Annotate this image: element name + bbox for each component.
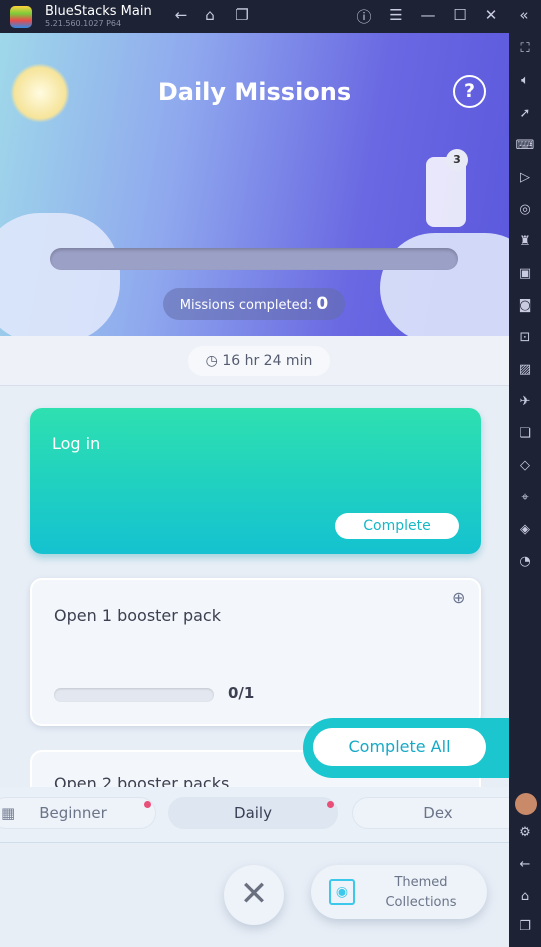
back-icon[interactable]: ← <box>171 6 191 24</box>
collapse-sidebar-icon[interactable]: « <box>514 6 534 24</box>
mission-tabs: ▦ Beginner Daily Dex <box>0 787 509 843</box>
app-name: BlueStacks Main <box>45 4 152 19</box>
close-icon[interactable]: ✕ <box>481 6 501 24</box>
mission-card-booster: Open 1 booster pack ⊕ 0/1 <box>30 578 481 726</box>
cloud-decoration <box>0 213 120 343</box>
reward-count-badge: 3 <box>446 149 468 171</box>
tab-daily[interactable]: Daily <box>168 797 338 829</box>
speed-icon[interactable]: ◔ <box>515 554 535 569</box>
title-bar: BlueStacks Main 5.21.560.1027 P64 ← ⌂ ❐ … <box>0 0 541 33</box>
screenshot-icon[interactable]: ◙ <box>515 298 535 313</box>
help-icon[interactable]: ⓘ <box>354 6 374 27</box>
daily-missions-header: Daily Missions ? 3 Missions completed: 0 <box>0 33 509 343</box>
notification-dot <box>144 801 151 808</box>
location-icon[interactable]: ⌖ <box>515 490 535 505</box>
home-icon[interactable]: ⌂ <box>200 6 220 24</box>
macro-icon[interactable]: ▷ <box>515 170 535 185</box>
missions-completed-value: 0 <box>316 294 329 314</box>
sync-icon[interactable]: ◎ <box>515 202 535 217</box>
zoom-in-icon[interactable]: ⊕ <box>452 588 465 607</box>
eraser-icon[interactable]: ◇ <box>515 458 535 473</box>
recent-apps-icon[interactable]: ❐ <box>232 6 252 24</box>
fullscreen-icon[interactable]: ⛶ <box>515 41 535 56</box>
missions-completed: Missions completed: 0 <box>163 288 345 320</box>
record-icon[interactable]: ⊡ <box>515 330 535 345</box>
tab-beginner[interactable]: ▦ Beginner <box>0 797 156 829</box>
layers-icon[interactable]: ◈ <box>515 522 535 537</box>
mission-progress-count: 0/1 <box>228 684 255 702</box>
maximize-icon[interactable]: ☐ <box>450 6 470 24</box>
missions-completed-label: Missions completed: <box>179 298 313 313</box>
avatar[interactable] <box>515 793 537 815</box>
android-recent-icon[interactable]: ❐ <box>515 919 535 934</box>
apk-icon[interactable]: ▣ <box>515 266 535 281</box>
page-title: Daily Missions <box>157 78 352 106</box>
android-home-icon[interactable]: ⌂ <box>515 889 535 904</box>
gamepad-icon[interactable]: ♜ <box>515 234 535 249</box>
menu-icon[interactable]: ☰ <box>386 6 406 24</box>
minimize-icon[interactable]: — <box>418 6 438 24</box>
mission-title: Open 1 booster pack <box>54 606 221 625</box>
complete-button[interactable]: Complete <box>335 513 459 539</box>
volume-icon[interactable]: 🔈︎ <box>515 73 535 88</box>
mission-card-login: Log in Complete <box>30 408 481 554</box>
tab-label: Daily <box>234 804 272 822</box>
multi-instance-icon[interactable]: ❏ <box>515 426 535 441</box>
themed-collections-label: Themed Collections <box>385 875 457 910</box>
close-button[interactable]: ✕ <box>224 865 284 925</box>
card-collection-icon: ◉ <box>329 879 355 905</box>
bluestacks-sidebar: ⛶ 🔈︎ ➚ ⌨ ▷ ◎ ♜ ▣ ◙ ⊡ ▨ ✈ ❏ ◇ ⌖ ◈ ◔ ⚙ ← ⌂… <box>509 33 541 947</box>
media-icon[interactable]: ▨ <box>515 362 535 377</box>
airplane-icon[interactable]: ✈ <box>515 394 535 409</box>
mission-title: Log in <box>52 434 101 453</box>
timer-row: ◷ 16 hr 24 min <box>0 336 509 386</box>
app-version: 5.21.560.1027 P64 <box>45 19 122 28</box>
help-button[interactable]: ? <box>453 75 486 108</box>
missions-progress-bar <box>50 248 458 270</box>
pointer-icon[interactable]: ➚ <box>515 106 535 121</box>
game-screen: Daily Missions ? 3 Missions completed: 0… <box>0 33 509 947</box>
android-back-icon[interactable]: ← <box>515 857 535 872</box>
tab-label: Dex <box>423 804 453 822</box>
reset-timer: ◷ 16 hr 24 min <box>188 346 330 376</box>
complete-all-button[interactable]: Complete All <box>313 728 486 766</box>
settings-icon[interactable]: ⚙ <box>515 825 535 840</box>
timer-value: 16 hr 24 min <box>222 353 313 369</box>
keyboard-icon[interactable]: ⌨ <box>515 138 535 153</box>
mission-progress-bar <box>54 688 214 702</box>
tab-label: Beginner <box>39 804 107 822</box>
tab-dex[interactable]: Dex <box>352 797 509 829</box>
bluestacks-logo-icon <box>10 6 32 28</box>
calendar-icon: ▦ <box>1 804 16 822</box>
notification-dot <box>327 801 334 808</box>
themed-collections-button[interactable]: ◉ Themed Collections <box>311 865 487 919</box>
